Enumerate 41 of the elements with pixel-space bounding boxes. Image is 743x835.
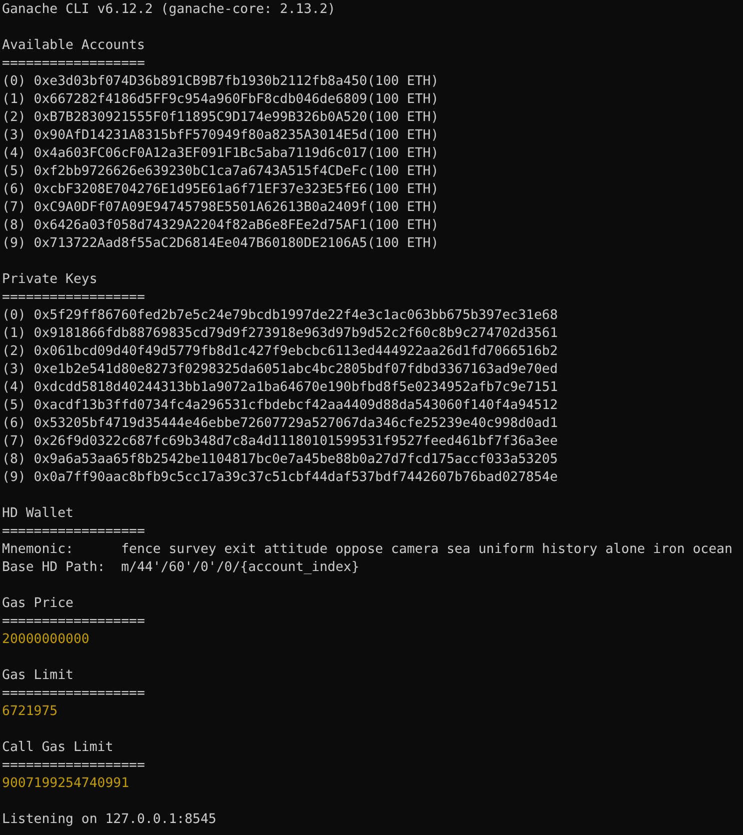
value-text: 9007199254740991 — [2, 776, 130, 791]
entry-line: (5) 0xf2bb9726626e639230bC1ca7a6743A515f4CDeFc(100 ETH) — [2, 164, 439, 179]
entry-line: (2) 0xB7B2830921555F0f11895C9D174e99B326b0A520(100 ETH) — [2, 110, 439, 125]
entry-line: (7) 0xC9A0DFf07A09E94745798E5501A62613B0a2409f(100 ETH) — [2, 200, 439, 215]
status-text: Listening on 127.0.0.1:8545 — [2, 812, 216, 827]
separator-rule: ================== — [2, 614, 145, 629]
section-heading: Gas Limit — [2, 668, 74, 683]
entry-line: (1) 0x667282f4186d5FF9c954a960FbF8cdb046de6809(100 ETH) — [2, 92, 439, 107]
entry-line: (8) 0x9a6a53aa65f8b2542be1104817bc0e7a45be88b0a27d7fcd175accf033a53205 — [2, 452, 558, 467]
separator-rule: ================== — [2, 686, 145, 701]
entry-line: (6) 0xcbF3208E704276E1d95E61a6f71EF37e323E5fE6(100 ETH) — [2, 182, 439, 197]
entry-line: (7) 0x26f9d0322c687fc69b348d7c8a4d11180101599531f9527feed461bf7f36a3ee — [2, 434, 558, 449]
entry-line: (2) 0x061bcd09d40f49d5779fb8d1c427f9ebcbc6113ed444922aa26d1fd7066516b2 — [2, 344, 558, 359]
entry-line: (0) 0xe3d03bf074D36b891CB9B7fb1930b2112fb8a450(100 ETH) — [2, 74, 439, 89]
entry-line: (8) 0x6426a03f058d74329A2204f82aB6e8FEe2d75AF1(100 ETH) — [2, 218, 439, 233]
separator-rule: ================== — [2, 758, 145, 773]
section-heading: Private Keys — [2, 272, 98, 287]
section-heading: Available Accounts — [2, 38, 145, 53]
separator-rule: ================== — [2, 524, 145, 539]
entry-line: (3) 0xe1b2e541d80e8273f0298325da6051abc4bc2805bdf07fdbd3367163ad9e70ed — [2, 362, 558, 377]
entry-line: (5) 0xacdf13b3ffd0734fc4a296531cfbdebcf42aa4409d88da543060f140f4a94512 — [2, 398, 558, 413]
value-text: 20000000000 — [2, 632, 90, 647]
entry-line: (0) 0x5f29ff86760fed2b7e5c24e79bcdb1997de22f4e3c1ac063bb675b397ec31e68 — [2, 308, 558, 323]
entry-line: (3) 0x90AfD14231A8315bfF570949f80a8235A3014E5d(100 ETH) — [2, 128, 439, 143]
entry-line: (1) 0x9181866fdb88769835cd79d9f273918e963d97b9d52c2f60c8b9c274702d3561 — [2, 326, 558, 341]
entry-line: (6) 0x53205bf4719d35444e46ebbe72607729a527067da346cfe25239e40c998d0ad1 — [2, 416, 558, 431]
entry-line: (4) 0xdcdd5818d40244313bb1a9072a1ba64670e190bfbd8f5e0234952afb7c9e7151 — [2, 380, 558, 395]
section-heading: HD Wallet — [2, 506, 74, 521]
field-value: m/44'/60'/0'/0/{account_index} — [121, 560, 360, 575]
value-text: 6721975 — [2, 704, 58, 719]
section-heading: Call Gas Limit — [2, 740, 114, 755]
section-heading: Gas Price — [2, 596, 74, 611]
entry-line: (9) 0x0a7ff90aac8bfb9c5cc17a39c37c51cbf44daf537bdf7442607b76bad027854e — [2, 470, 558, 485]
field-label: Mnemonic: — [2, 541, 74, 559]
separator-rule: ================== — [2, 290, 145, 305]
field-value: fence survey exit attitude oppose camera sea uniform history alone iron ocean — [121, 542, 732, 557]
version-text: Ganache CLI v6.12.2 (ganache-core: 2.13.2) — [2, 2, 336, 17]
entry-line: (4) 0x4a603FC06cF0A12a3EF091F1Bc5aba7119d6c017(100 ETH) — [2, 146, 439, 161]
separator-rule: ================== — [2, 56, 145, 71]
entry-line: (9) 0x713722Aad8f55aC2D6814Ee047B60180DE2106A5(100 ETH) — [2, 236, 439, 251]
field-label: Base HD Path: — [2, 559, 106, 577]
